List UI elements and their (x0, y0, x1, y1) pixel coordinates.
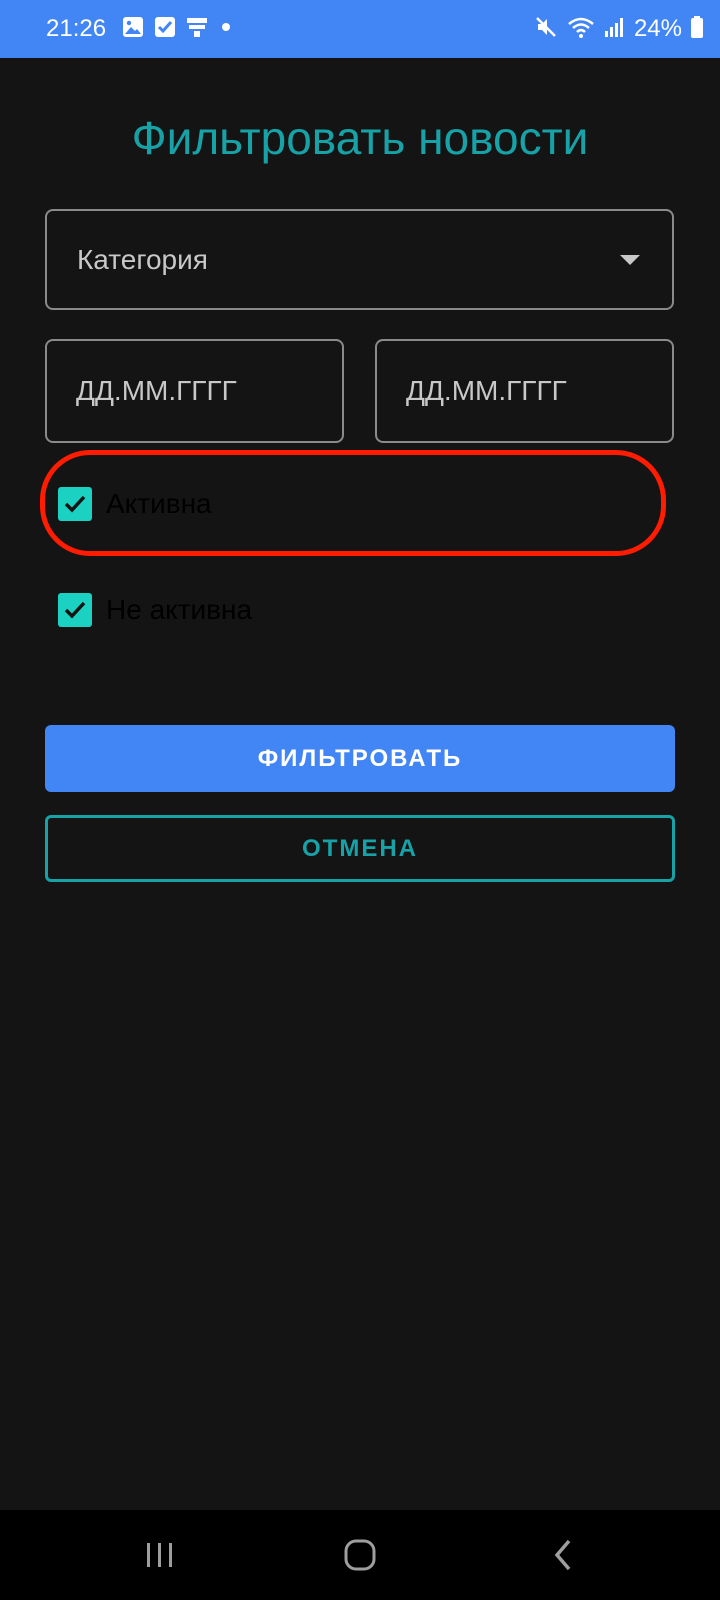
gallery-icon (122, 16, 144, 43)
filter-button[interactable]: ФИЛЬТРОВАТЬ (45, 725, 675, 792)
status-right-icons: 24% (534, 14, 704, 44)
checkbox-checked-icon[interactable] (58, 593, 92, 627)
date-from-field[interactable]: ДД.ММ.ГГГГ (45, 339, 344, 443)
page-title: Фильтровать новости (131, 112, 589, 164)
cancel-button[interactable]: ОТМЕНА (45, 815, 675, 882)
news-notification-icon (186, 16, 208, 43)
signal-icon (604, 15, 626, 44)
back-icon[interactable] (533, 1530, 593, 1580)
category-placeholder: Категория (77, 244, 208, 275)
mute-icon (534, 15, 558, 44)
wifi-icon (566, 15, 596, 44)
recents-icon[interactable] (130, 1530, 190, 1580)
status-time: 21:26 (46, 15, 107, 42)
status-left-icons (122, 16, 234, 43)
dot-icon (218, 19, 234, 40)
dropdown-arrow-icon (620, 255, 640, 265)
date-to-placeholder: ДД.ММ.ГГГГ (406, 375, 567, 406)
date-from-placeholder: ДД.ММ.ГГГГ (76, 375, 237, 406)
checkbox-inactive-label: Не активна (106, 594, 253, 625)
date-to-field[interactable]: ДД.ММ.ГГГГ (375, 339, 674, 443)
checkbox-active-label: Активна (106, 488, 212, 519)
home-icon[interactable] (330, 1530, 390, 1580)
battery-percentage: 24% (633, 15, 682, 42)
checkbox-inactive[interactable]: Не активна (58, 592, 252, 628)
filter-button-label: ФИЛЬТРОВАТЬ (257, 744, 463, 772)
navigation-bar (0, 1510, 720, 1600)
battery-icon (690, 15, 704, 44)
category-dropdown[interactable]: Категория (45, 209, 674, 310)
checkbox-active[interactable]: Активна (58, 486, 212, 522)
checkbox-notification-icon (154, 16, 176, 43)
checkbox-checked-icon[interactable] (58, 487, 92, 521)
status-bar: 21:26 24% (0, 0, 720, 58)
screen: 21:26 24% Фильтровать новости Категория … (0, 0, 720, 1600)
cancel-button-label: ОТМЕНА (302, 834, 418, 862)
